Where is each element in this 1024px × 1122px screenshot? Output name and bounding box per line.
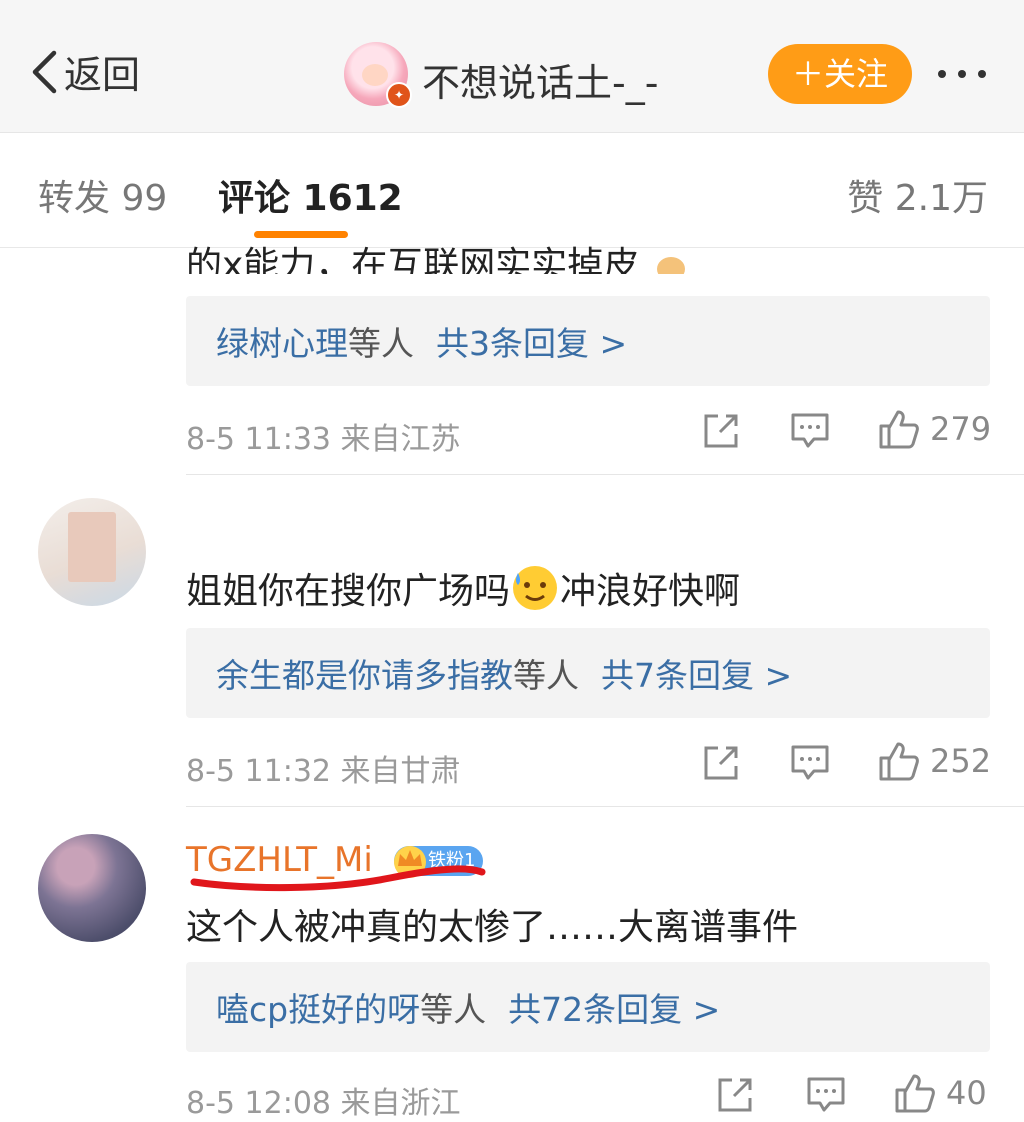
back-chevron-icon <box>32 50 57 93</box>
back-label: 返回 <box>64 53 141 97</box>
tab-like[interactable]: 赞 2.1万 <box>847 169 988 221</box>
comment-meta: 8-5 12:08 来自浙江 <box>186 1086 461 1121</box>
comment-text-span: 的x能力，在互联网实实掉皮 <box>186 245 640 274</box>
like-button[interactable]: 252 <box>878 740 991 782</box>
top-bar: 返回 ✦ 不想说话土-_- ＋关注 <box>0 0 1024 133</box>
like-button[interactable]: 40 <box>894 1072 987 1114</box>
comment-meta: 8-5 11:32 来自甘肃 <box>186 754 461 789</box>
comment-text: 姐姐你在搜你广场吗 冲浪好快啊 <box>186 562 740 614</box>
avatar-image <box>68 512 116 582</box>
comment-text-part-2: 冲浪好快啊 <box>560 571 741 612</box>
avatar[interactable] <box>38 498 146 606</box>
like-button[interactable]: 279 <box>878 408 991 450</box>
comment-text-part-1: 姐姐你在搜你广场吗 <box>186 571 511 612</box>
tab-forward[interactable]: 转发 99 <box>38 169 167 221</box>
reply-etc: 等人 <box>348 324 414 363</box>
emoji-sweat-icon <box>513 566 558 610</box>
profile-name[interactable]: 不想说话土-_- <box>422 52 658 107</box>
profile-avatar[interactable]: ✦ <box>344 42 412 108</box>
reply-count[interactable]: 共7条回复 > <box>601 649 792 697</box>
reply-etc: 等人 <box>420 990 487 1029</box>
active-tab-indicator <box>254 231 348 238</box>
avatar-face <box>362 64 388 86</box>
tab-bar: 转发 99 评论 1612 赞 2.1万 <box>0 133 1024 248</box>
comment-icon[interactable] <box>790 744 830 782</box>
thumbs-up-icon <box>879 742 919 781</box>
reply-names[interactable]: 绿树心理 <box>216 317 348 365</box>
like-count: 40 <box>946 1074 987 1112</box>
reply-count[interactable]: 共72条回复 > <box>508 983 720 1031</box>
share-icon[interactable] <box>702 744 740 782</box>
like-count: 252 <box>930 742 992 780</box>
thumbs-up-icon <box>895 1074 935 1113</box>
tab-comment[interactable]: 评论 1612 <box>218 169 403 221</box>
comment-text: 的x能力，在互联网实实掉皮 <box>186 238 691 274</box>
like-count: 279 <box>930 410 992 448</box>
divider <box>186 806 1024 807</box>
share-icon[interactable] <box>702 412 740 450</box>
comment-icon[interactable] <box>806 1076 846 1114</box>
reply-preview[interactable]: 绿树心理 等人 共3条回复 > <box>186 296 990 386</box>
divider <box>186 474 1024 475</box>
reply-count[interactable]: 共3条回复 > <box>436 317 627 365</box>
follow-button[interactable]: ＋关注 <box>768 44 912 104</box>
reply-preview[interactable]: 余生都是你请多指教 等人 共7条回复 > <box>186 628 990 718</box>
share-icon[interactable] <box>716 1076 754 1114</box>
avatar[interactable] <box>38 834 146 942</box>
comment-text: 这个人被冲真的太惨了……大离谱事件 <box>186 907 799 948</box>
red-underline-annotation <box>190 865 486 892</box>
thumbs-up-icon <box>879 410 919 449</box>
clap-emoji-icon <box>656 257 685 274</box>
reply-names[interactable]: 嗑cp挺好的呀 <box>216 983 420 1031</box>
more-dots-icon[interactable] <box>930 62 994 86</box>
comment-icon[interactable] <box>790 412 830 450</box>
reply-names[interactable]: 余生都是你请多指教 <box>216 649 513 697</box>
reply-preview[interactable]: 嗑cp挺好的呀 等人 共72条回复 > <box>186 962 990 1052</box>
verified-badge-icon: ✦ <box>386 82 412 108</box>
comment-meta: 8-5 11:33 来自江苏 <box>186 422 461 457</box>
reply-etc: 等人 <box>513 656 579 695</box>
back-button[interactable]: 返回 <box>30 44 140 99</box>
